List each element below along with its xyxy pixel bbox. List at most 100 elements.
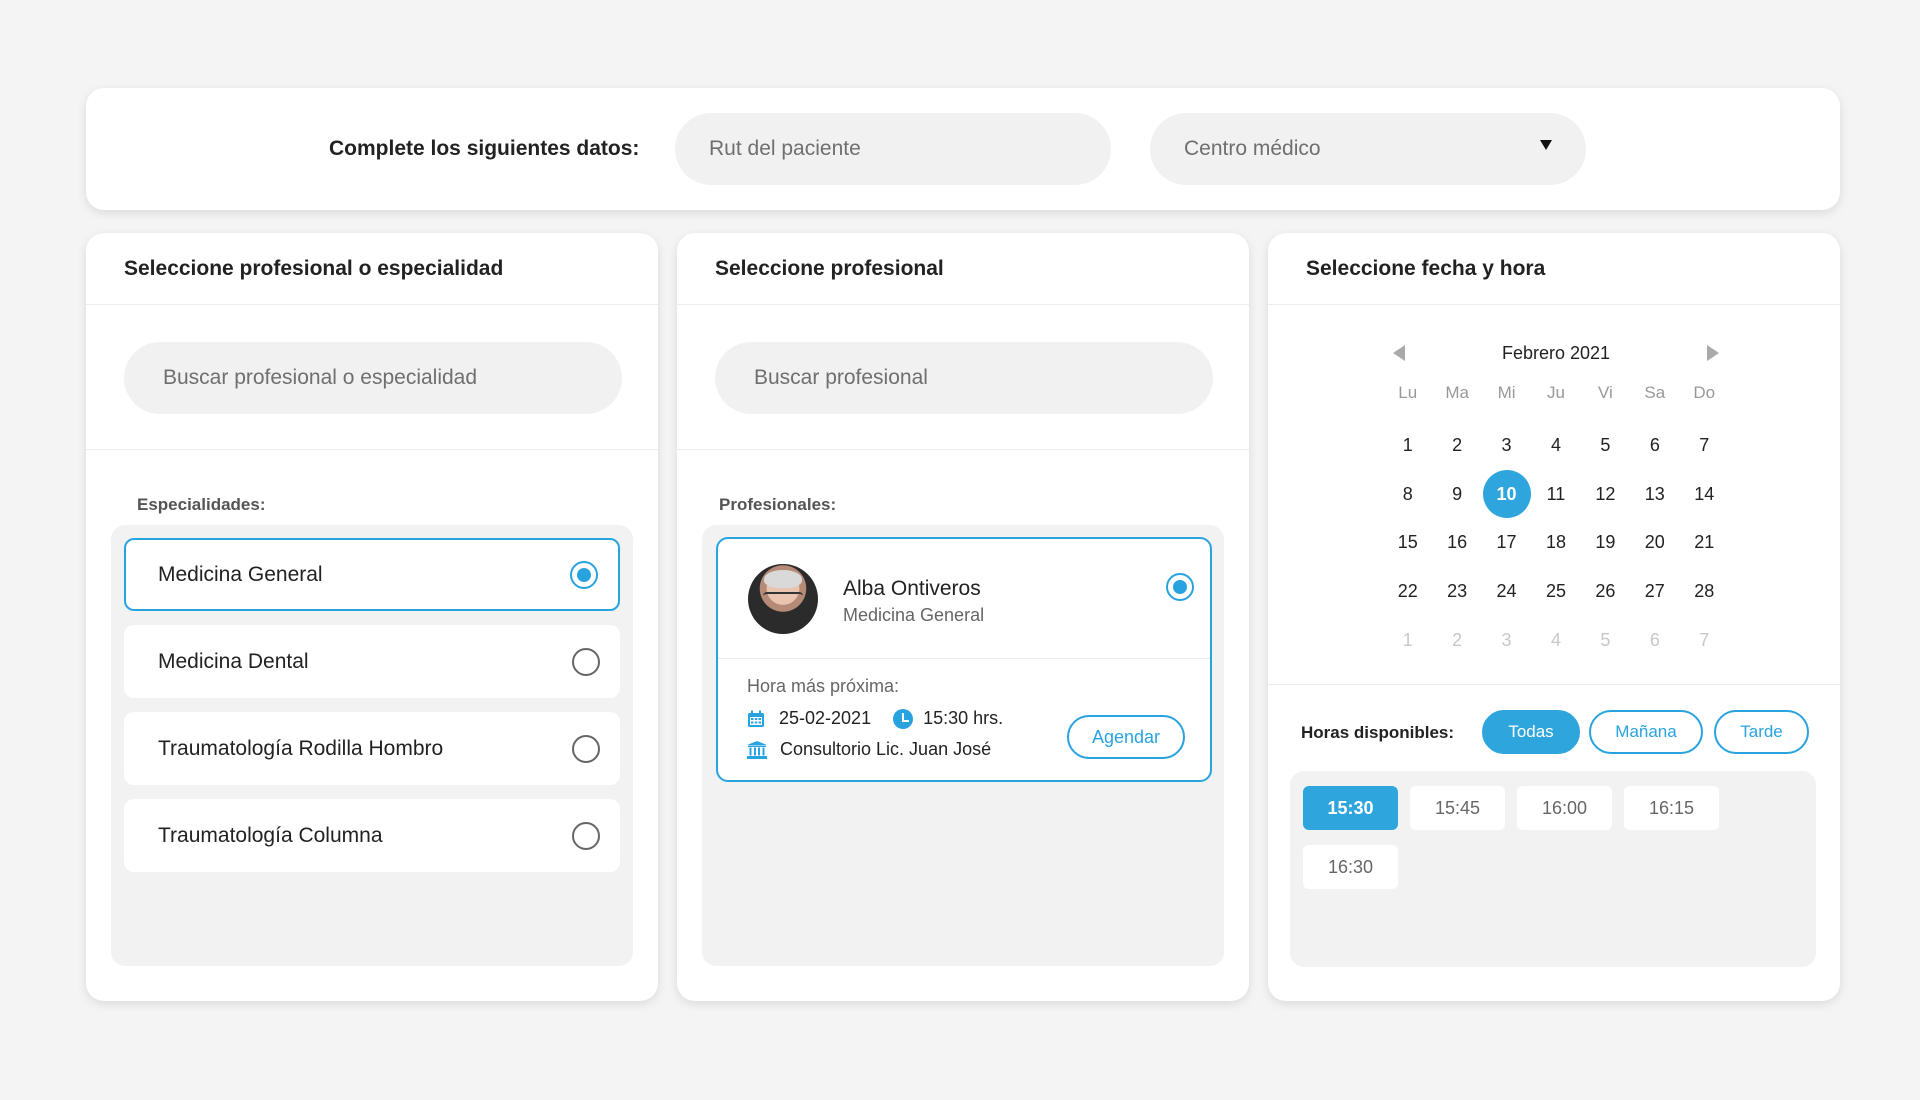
calendar-day[interactable]: 2 [1432,421,1481,470]
filter-tarde-button[interactable]: Tarde [1714,710,1809,754]
calendar-day-label: 7 [1699,434,1710,455]
filter-manana-button[interactable]: Mañana [1589,710,1703,754]
date-time-column-title: Seleccione fecha y hora [1268,233,1840,305]
calendar-day-label: 23 [1447,581,1468,602]
weekday-label: Vi [1597,383,1613,402]
specialty-item-trauma-rodilla-hombro[interactable]: Traumatología Rodilla Hombro [124,712,620,785]
time-slot[interactable]: 16:00 [1517,786,1612,830]
calendar-day-label: 1 [1402,434,1413,455]
calendar-day[interactable]: 28 [1680,567,1729,616]
professional-search-input[interactable]: Buscar profesional [715,342,1213,414]
calendar-day[interactable]: 5 [1581,421,1630,470]
calendar-day-label: 25 [1545,581,1566,602]
calendar-day[interactable]: 3 [1482,421,1531,470]
calendar-day[interactable]: 17 [1482,519,1531,568]
calendar-day[interactable]: 21 [1680,519,1729,568]
professional-list: Alba Ontiveros Medicina General Hora más… [702,525,1224,966]
calendar-day-label: 27 [1644,581,1665,602]
calendar-day[interactable]: 11 [1531,470,1580,519]
weekday-label: Mi [1497,383,1516,402]
calendar-day[interactable]: 7 [1680,421,1729,470]
calendar-day[interactable]: 24 [1482,567,1531,616]
calendar-day[interactable]: 6 [1630,421,1679,470]
next-slot-label: Hora más próxima: [747,676,900,696]
clock-icon [893,708,914,729]
calendar-day-label: 8 [1402,483,1413,504]
next-slot-date: 25-02-2021 [779,708,872,728]
time-slot[interactable]: 15:30 [1303,786,1398,830]
weekday-label: Ju [1546,383,1565,402]
time-slot[interactable]: 15:45 [1410,786,1505,830]
calendar-day: 5 [1581,616,1630,665]
radio-selected-icon[interactable] [570,560,598,589]
calendar-day-label: 20 [1644,532,1665,553]
calendar-day[interactable]: 4 [1531,421,1580,470]
calendar-day-label: 5 [1600,434,1611,455]
calendar-icon [748,710,764,727]
specialty-item-medicina-dental[interactable]: Medicina Dental [124,625,620,698]
calendar-day-label: 5 [1600,630,1611,651]
calendar-grid: Lu Ma Mi Ju Vi Sa Do 1 2 3 4 5 6 7 8 9 10 11 12 13 14 15 16 17 1… [1383,383,1729,665]
calendar-day[interactable]: 1 [1383,421,1432,470]
calendar-day-label: 26 [1595,581,1616,602]
time-slot[interactable]: 16:15 [1624,786,1719,830]
professional-card[interactable]: Alba Ontiveros Medicina General Hora más… [716,537,1212,782]
calendar-day: 3 [1482,616,1531,665]
weekday-label: Sa [1644,383,1666,402]
calendar-day-label: 4 [1550,630,1561,651]
specialty-label: Medicina General [158,562,323,586]
calendar-day[interactable]: 19 [1581,519,1630,568]
calendar-day[interactable]: 18 [1531,519,1580,568]
calendar-day-label: 2 [1452,434,1463,455]
calendar-day[interactable]: 14 [1680,470,1729,519]
calendar-day-label: 22 [1397,581,1418,602]
calendar-day[interactable]: 25 [1531,567,1580,616]
radio-unselected-icon[interactable] [572,647,600,676]
radio-unselected-icon[interactable] [572,734,600,763]
radio-selected-icon[interactable] [1166,573,1194,601]
calendar-day[interactable]: 15 [1383,519,1432,568]
calendar-day-label: 10 [1482,470,1531,519]
calendar-day-label: 9 [1452,483,1463,504]
calendar-day-label: 4 [1550,434,1561,455]
calendar-day-label: 21 [1694,532,1715,553]
calendar-day-label: 17 [1496,532,1517,553]
calendar-day-label: 16 [1447,532,1468,553]
calendar-day[interactable]: 13 [1630,470,1679,519]
specialty-search-input[interactable]: Buscar profesional o especialidad [124,342,622,414]
time-slot-panel: 15:30 15:45 16:00 16:15 16:30 [1290,771,1816,967]
radio-unselected-icon[interactable] [572,821,600,850]
calendar-day[interactable]: 23 [1432,567,1481,616]
calendar-day[interactable]: 27 [1630,567,1679,616]
calendar-day-selected[interactable]: 10 [1482,470,1531,519]
patient-data-bar: Complete los siguientes datos: Rut del p… [86,88,1840,210]
calendar-day[interactable]: 8 [1383,470,1432,519]
calendar-day[interactable]: 12 [1581,470,1630,519]
time-slot[interactable]: 16:30 [1303,845,1398,889]
schedule-button[interactable]: Agendar [1067,715,1185,759]
patient-rut-input[interactable]: Rut del paciente [675,113,1111,185]
available-hours-label: Horas disponibles: [1301,723,1455,742]
dropdown-arrow-icon [1540,140,1552,150]
calendar-day[interactable]: 9 [1432,470,1481,519]
calendar-day-label: 19 [1595,532,1616,553]
professionals-label: Profesionales: [719,495,837,514]
specialty-label: Traumatología Rodilla Hombro [158,736,444,760]
next-month-icon[interactable] [1707,345,1719,361]
professional-specialty: Medicina General [843,605,985,625]
filter-todas-button[interactable]: Todas [1482,710,1580,754]
professional-name: Alba Ontiveros [843,577,981,600]
calendar-day-label: 11 [1546,483,1566,504]
calendar-day: 1 [1383,616,1432,665]
calendar-day: 7 [1680,616,1729,665]
calendar-day[interactable]: 22 [1383,567,1432,616]
calendar-day-label: 3 [1501,434,1512,455]
medical-center-placeholder: Centro médico [1184,137,1321,160]
calendar-day[interactable]: 20 [1630,519,1679,568]
specialty-item-medicina-general[interactable]: Medicina General [124,538,620,611]
specialty-item-trauma-columna[interactable]: Traumatología Columna [124,799,620,872]
calendar-day[interactable]: 26 [1581,567,1630,616]
calendar-day[interactable]: 16 [1432,519,1481,568]
medical-center-select[interactable]: Centro médico [1150,113,1586,185]
specialty-label: Medicina Dental [158,649,309,673]
